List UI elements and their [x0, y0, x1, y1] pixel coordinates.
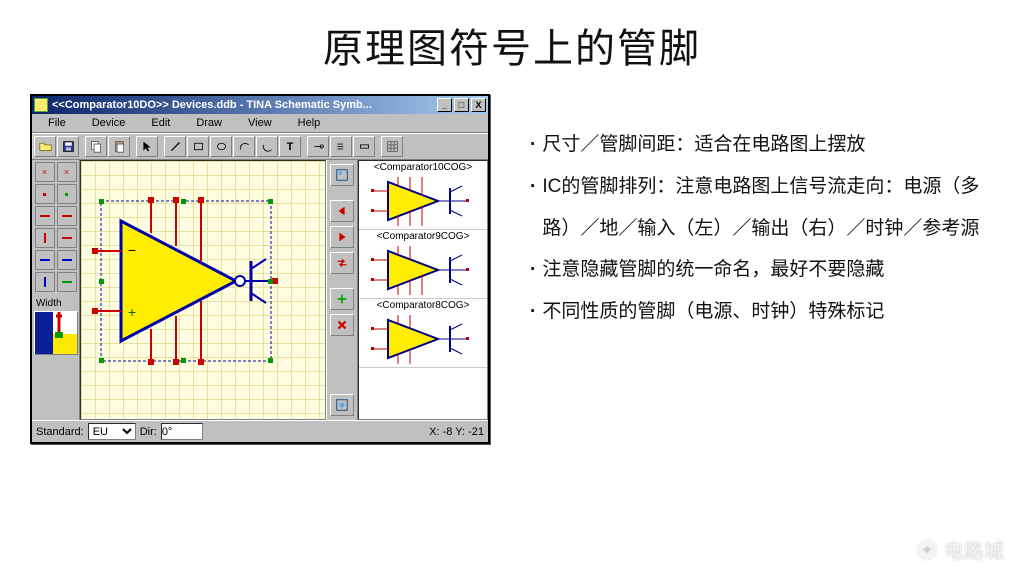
palette-pin-dot[interactable] [35, 184, 55, 204]
svg-text:−: − [128, 242, 136, 258]
line-tool[interactable] [164, 136, 186, 157]
bullet-2: IC的管脚排列：注意电路图上信号流走向：电源（多路）／地／输入（左）／输出（右）… [530, 166, 994, 250]
app-icon [34, 98, 48, 112]
open-button[interactable] [34, 136, 56, 157]
symbol-preview [34, 311, 78, 355]
symbol-item-2[interactable]: Comparator8COG [359, 299, 487, 368]
app-window: <<Comparator10DO>> Devices.ddb - TINA Sc… [30, 94, 490, 444]
symbol-name-0: Comparator10COG [359, 161, 487, 174]
palette-pin-dotg[interactable] [57, 184, 77, 204]
palette-pin-x-left[interactable]: × [35, 162, 55, 182]
bullet-3: 注意隐藏管脚的统一命名，最好不要隐藏 [530, 249, 994, 291]
menu-edit[interactable]: Edit [139, 116, 182, 130]
pin-tool[interactable] [307, 136, 329, 157]
slide-title: 原理图符号上的管脚 [0, 0, 1024, 74]
arc2-tool[interactable] [256, 136, 278, 157]
menu-view[interactable]: View [236, 116, 284, 130]
text-tool[interactable]: T [279, 136, 301, 157]
canvas[interactable]: − + [80, 160, 326, 420]
move-left-button[interactable] [330, 200, 354, 222]
wechat-icon: ✦ [916, 539, 938, 561]
coords-readout: X: -8 Y: -21 [429, 426, 484, 438]
menu-help[interactable]: Help [286, 116, 333, 130]
bullet-1: 尺寸／管脚间距：适合在电路图上摆放 [530, 124, 994, 166]
palette-6[interactable] [57, 250, 77, 270]
standard-select[interactable]: EU [88, 423, 136, 440]
standard-label: Standard: [36, 426, 84, 438]
bullet-list: 尺寸／管脚间距：适合在电路图上摆放 IC的管脚排列：注意电路图上信号流走向：电源… [530, 94, 994, 444]
left-palette: × × Width [32, 160, 80, 420]
add-button[interactable] [330, 288, 354, 310]
menu-draw[interactable]: Draw [184, 116, 234, 130]
symbol-list[interactable]: Comparator10COG Comparator9COG [358, 160, 488, 420]
window-title: <<Comparator10DO>> Devices.ddb - TINA Sc… [52, 99, 435, 111]
ellipse-tool[interactable] [210, 136, 232, 157]
arc-tool[interactable] [233, 136, 255, 157]
bus-tool[interactable] [353, 136, 375, 157]
symbol-name-2: Comparator8COG [359, 299, 487, 312]
symbol-name-1: Comparator9COG [359, 230, 487, 243]
pin-array-tool[interactable] [330, 136, 352, 157]
maximize-button[interactable]: □ [454, 98, 469, 112]
palette-vline1[interactable] [35, 228, 55, 248]
paste-button[interactable] [108, 136, 130, 157]
statusbar: Standard: EU Dir: X: -8 Y: -21 [32, 420, 488, 442]
menubar: File Device Edit Draw View Help [32, 114, 488, 133]
watermark: ✦ 电路城 [916, 535, 1004, 564]
menu-file[interactable]: File [36, 116, 78, 130]
titlebar: <<Comparator10DO>> Devices.ddb - TINA Sc… [32, 96, 488, 114]
properties-button[interactable] [330, 164, 354, 186]
palette-hline1[interactable] [35, 206, 55, 226]
rect-tool[interactable] [187, 136, 209, 157]
mid-toolbar [326, 160, 358, 420]
editing-symbol[interactable]: − + [86, 181, 306, 381]
dir-input[interactable] [161, 423, 203, 440]
minimize-button[interactable]: _ [437, 98, 452, 112]
toolbar: T [32, 133, 488, 160]
width-label: Width [34, 298, 77, 309]
bullet-4: 不同性质的管脚（电源、时钟）特殊标记 [530, 291, 994, 333]
pointer-tool[interactable] [136, 136, 158, 157]
palette-8[interactable] [57, 272, 77, 292]
save-button[interactable] [57, 136, 79, 157]
symbol-item-1[interactable]: Comparator9COG [359, 230, 487, 299]
palette-hline2[interactable] [57, 206, 77, 226]
dir-label: Dir: [140, 426, 157, 438]
delete-button[interactable] [330, 314, 354, 336]
props2-button[interactable] [330, 394, 354, 416]
grid-tool[interactable] [381, 136, 403, 157]
swap-button[interactable] [330, 252, 354, 274]
palette-hline3[interactable] [57, 228, 77, 248]
palette-5[interactable] [35, 250, 55, 270]
close-button[interactable]: X [471, 98, 486, 112]
copy-button[interactable] [85, 136, 107, 157]
move-right-button[interactable] [330, 226, 354, 248]
symbol-item-0[interactable]: Comparator10COG [359, 161, 487, 230]
palette-7[interactable] [35, 272, 55, 292]
svg-text:+: + [128, 304, 136, 320]
palette-pin-x-right[interactable]: × [57, 162, 77, 182]
menu-device[interactable]: Device [80, 116, 138, 130]
